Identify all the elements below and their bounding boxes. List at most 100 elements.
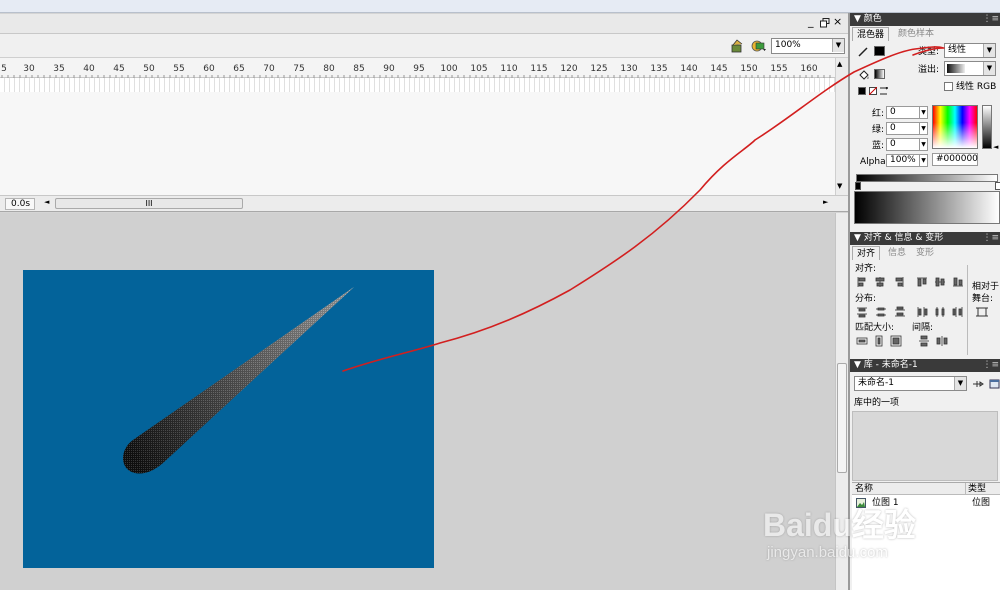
red-stepper[interactable]: ▼: [919, 106, 928, 119]
panel-options-icon[interactable]: ⋮≡: [982, 13, 999, 26]
ruler-number: 130: [620, 64, 638, 74]
to-stage-icon[interactable]: [976, 306, 988, 318]
stage-canvas[interactable]: [23, 270, 434, 568]
ruler-number: 125: [590, 64, 608, 74]
swap-colors-icon[interactable]: [880, 86, 890, 95]
col-type[interactable]: 类型: [965, 483, 986, 495]
ruler-number: 155: [770, 64, 788, 74]
gradient-swatch-preview: [854, 191, 1000, 224]
ruler-number: 110: [500, 64, 518, 74]
tab-color-mixer[interactable]: 混色器: [852, 27, 890, 41]
match-size-label: 匹配大小:: [855, 323, 895, 333]
green-label: 绿:: [872, 125, 885, 135]
ruler-number: 55: [173, 64, 185, 74]
overflow-swatch: [947, 64, 965, 73]
tab-align[interactable]: 对齐: [852, 246, 881, 260]
library-preview: [852, 411, 998, 481]
overflow-label: 溢出:: [918, 65, 940, 75]
restore-icon[interactable]: [820, 18, 830, 28]
distribute-top-icon: [857, 307, 867, 318]
watermark-url: jingyan.baidu.com: [767, 544, 888, 561]
red-label: 红:: [872, 109, 885, 119]
tab-info[interactable]: 信息: [884, 246, 910, 260]
fill-type-select[interactable]: 线性 ▼: [944, 43, 996, 58]
scroll-down-icon[interactable]: ▼: [837, 182, 842, 190]
ruler-number: 5: [1, 64, 7, 74]
blue-stepper[interactable]: ▼: [919, 138, 928, 151]
no-color-icon[interactable]: [868, 86, 878, 96]
stroke-color-icon[interactable]: [858, 46, 869, 57]
red-input[interactable]: 0: [886, 106, 920, 119]
library-doc-select[interactable]: 未命名-1 ▼: [854, 376, 967, 391]
tab-color-swatches[interactable]: 颜色样本: [894, 27, 938, 41]
new-library-panel-icon[interactable]: [989, 378, 1000, 390]
frame-cells[interactable]: [0, 78, 835, 92]
gradient-pointer-right[interactable]: [995, 182, 1000, 190]
hex-input[interactable]: #000000: [932, 153, 978, 166]
scroll-left-icon[interactable]: ◄: [44, 198, 49, 206]
timeline-horizontal-scrollbar[interactable]: III: [55, 198, 243, 209]
chevron-down-icon[interactable]: ▼: [983, 44, 995, 57]
fill-bucket-icon[interactable]: [858, 69, 870, 81]
ruler-number: 145: [710, 64, 728, 74]
ruler-number: 140: [680, 64, 698, 74]
library-panel-header[interactable]: ▼ 库 - 未命名-1 ⋮≡: [850, 359, 1000, 372]
scroll-right-icon[interactable]: ►: [823, 198, 828, 206]
zoom-select[interactable]: 100% ▼: [771, 38, 845, 54]
green-input[interactable]: 0: [886, 122, 920, 135]
align-top-icon: [917, 277, 927, 287]
timeline-vertical-scrollbar[interactable]: ▲ ▼: [835, 58, 848, 195]
tab-transform[interactable]: 变形: [912, 246, 938, 260]
minimize-icon[interactable]: _: [808, 16, 818, 27]
align-right-icon: [895, 277, 904, 287]
panel-options-icon[interactable]: ⋮≡: [982, 232, 999, 245]
distribute-right-icon: [952, 307, 963, 317]
chevron-down-icon[interactable]: ▼: [983, 62, 995, 75]
stroke-swatch[interactable]: [874, 46, 885, 56]
timeline-titlebar: _ ×: [0, 14, 848, 34]
library-column-header: 名称 类型: [852, 483, 1000, 495]
col-name[interactable]: 名称: [855, 483, 873, 495]
green-stepper[interactable]: ▼: [919, 122, 928, 135]
collapse-arrow-icon: ▼: [854, 233, 864, 243]
scroll-up-icon[interactable]: ▲: [837, 60, 842, 68]
brightness-bar[interactable]: [982, 105, 992, 149]
ruler-number: 95: [413, 64, 425, 74]
match-width-icon: [856, 337, 868, 345]
ruler-number: 65: [233, 64, 245, 74]
ruler-number: 120: [560, 64, 578, 74]
edit-symbol-icon[interactable]: [751, 39, 767, 53]
color-panel-header[interactable]: ▼ 颜色 ⋮≡: [850, 13, 1000, 26]
timeline-layers-area[interactable]: [0, 92, 835, 195]
align-vcenter-icon: [935, 277, 945, 287]
space-horizontal-icon: [936, 336, 948, 346]
close-icon[interactable]: ×: [833, 16, 842, 28]
ruler-number: 40: [83, 64, 95, 74]
alpha-stepper[interactable]: ▼: [919, 154, 928, 167]
pin-library-icon[interactable]: [972, 378, 984, 390]
ruler-number: 45: [113, 64, 125, 74]
align-label: 对齐:: [855, 264, 877, 274]
meteor-shape[interactable]: [23, 270, 434, 568]
blue-label: 蓝:: [872, 141, 885, 151]
chevron-down-icon[interactable]: ▼: [954, 377, 966, 390]
gradient-pointer-left[interactable]: [855, 182, 861, 190]
scroll-grip: III: [145, 199, 153, 208]
overflow-select[interactable]: ▼: [944, 61, 996, 76]
gradient-preview-bar[interactable]: [856, 174, 998, 182]
edit-scene-icon[interactable]: [731, 39, 745, 53]
ruler-number: 105: [470, 64, 488, 74]
ruler-number: 60: [203, 64, 215, 74]
menu-strip: [0, 0, 1000, 13]
color-spectrum[interactable]: [932, 105, 978, 149]
chevron-down-icon[interactable]: ▼: [832, 39, 844, 52]
elapsed-time: 0.0s: [5, 198, 35, 210]
linear-rgb-checkbox[interactable]: [944, 82, 953, 91]
align-panel-header[interactable]: ▼ 对齐 & 信息 & 变形 ⋮≡: [850, 232, 1000, 245]
blue-input[interactable]: 0: [886, 138, 920, 151]
stage-scroll-thumb[interactable]: [837, 363, 847, 473]
black-white-icon[interactable]: [858, 87, 866, 95]
alpha-input[interactable]: 100%: [886, 154, 920, 167]
panel-options-icon[interactable]: ⋮≡: [982, 359, 999, 372]
fill-swatch[interactable]: [874, 69, 885, 79]
